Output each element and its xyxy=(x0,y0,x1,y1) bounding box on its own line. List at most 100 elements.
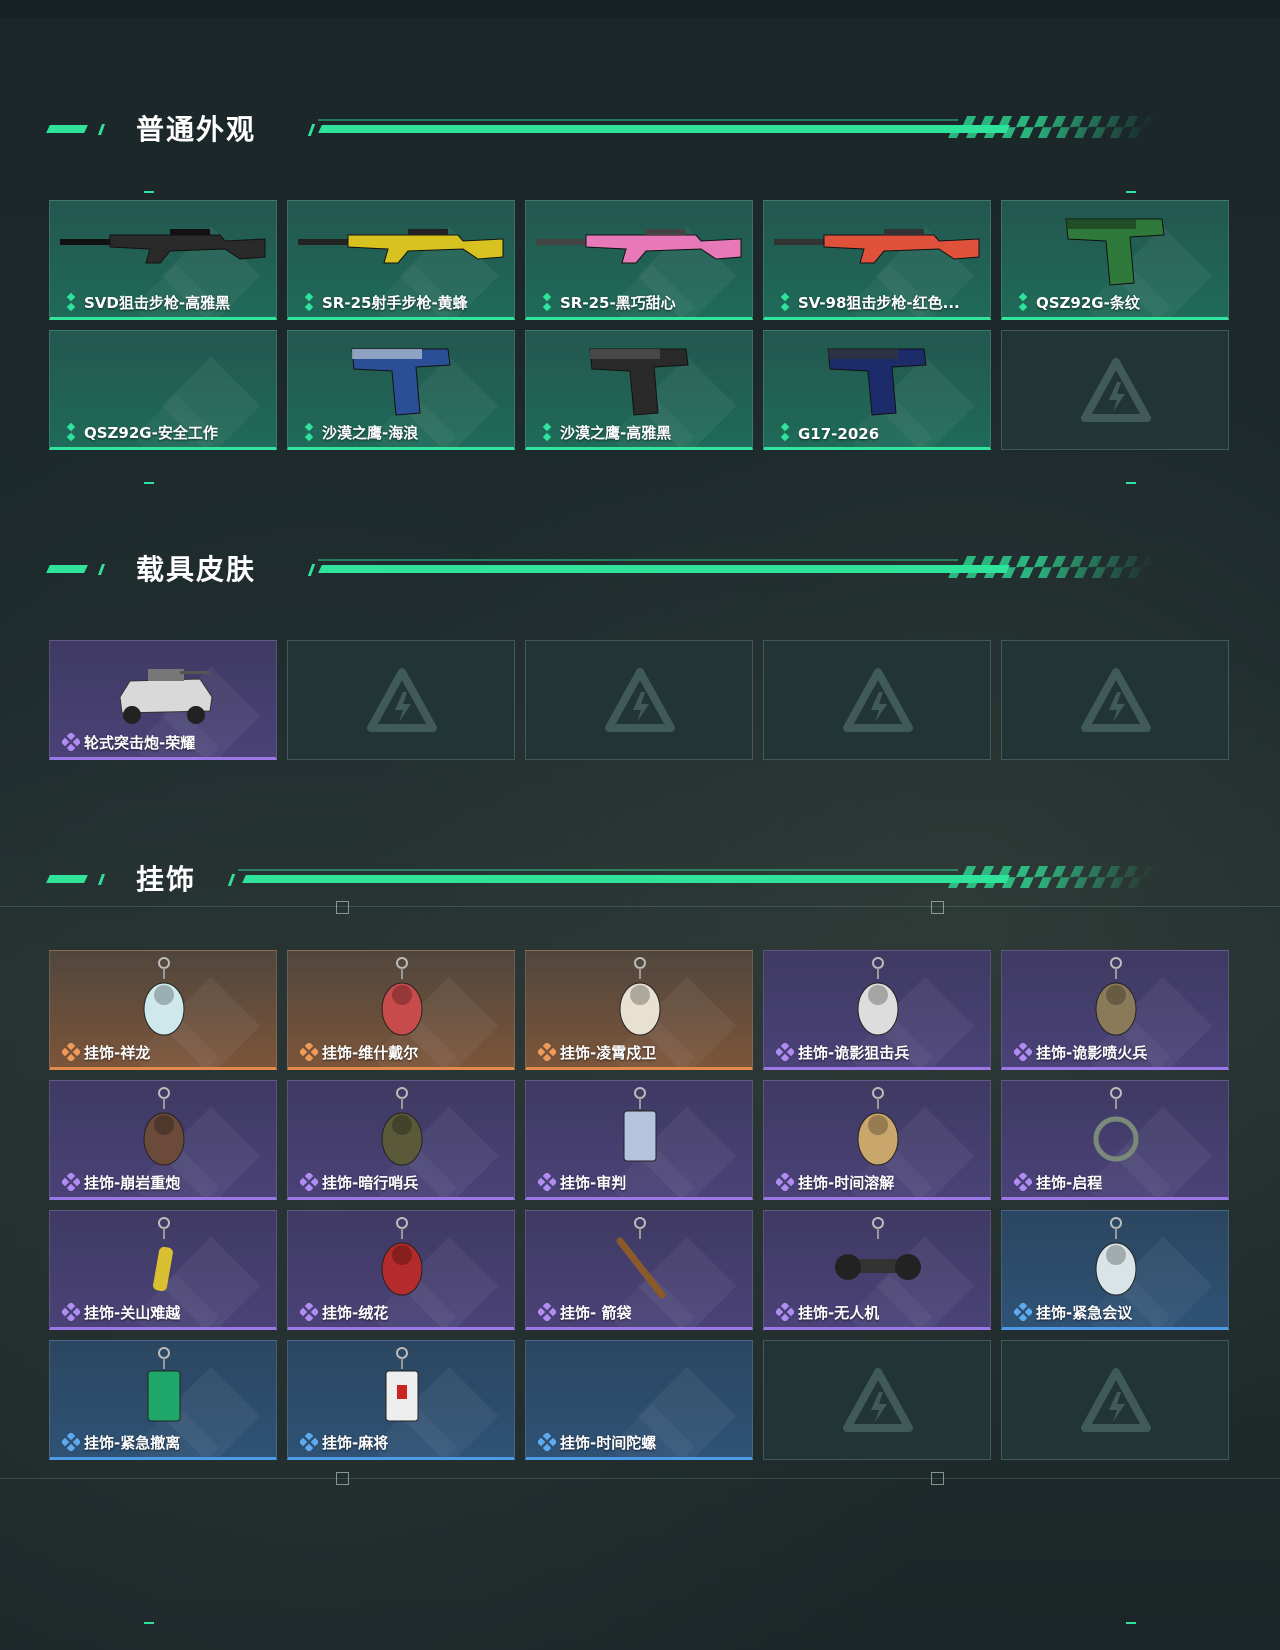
header-accent xyxy=(97,124,106,135)
item-label: 挂饰-祥龙 xyxy=(84,1044,151,1062)
rarity-icon xyxy=(542,293,552,311)
item-card[interactable]: 沙漠之鹰-高雅黑 xyxy=(525,330,753,450)
item-label: 挂饰-无人机 xyxy=(798,1304,880,1322)
rarity-icon xyxy=(62,1303,80,1321)
rifle-yellow-icon xyxy=(298,229,504,264)
item-card[interactable]: 挂饰-诡影喷火兵 xyxy=(1001,950,1229,1070)
frame-square xyxy=(931,901,944,914)
item-label: 挂饰-麻将 xyxy=(322,1434,389,1452)
rarity-icon xyxy=(62,733,80,751)
logo-placeholder-icon xyxy=(1081,1368,1151,1432)
item-card[interactable]: 挂饰-关山难越 xyxy=(49,1210,277,1330)
vehicle-grid: 轮式突击炮-荣耀 xyxy=(49,640,1229,760)
header-accent xyxy=(97,874,106,885)
rarity-icon xyxy=(776,1043,794,1061)
item-card[interactable]: 挂饰-审判 xyxy=(525,1080,753,1200)
header-bar xyxy=(318,565,1010,573)
item-card[interactable]: 挂饰-紧急撤离 xyxy=(49,1340,277,1460)
item-card[interactable]: 挂饰-绒花 xyxy=(287,1210,515,1330)
item-label: 挂饰-时间溶解 xyxy=(798,1174,895,1192)
charm-grid: 挂饰-祥龙 挂饰-维什戴尔 挂饰-凌霄戍卫 挂饰-诡影狙击兵 挂饰-诡影喷火兵挂饰-崩岩… xyxy=(49,950,1229,1460)
item-label: 挂饰-诡影狙击兵 xyxy=(798,1044,910,1062)
item-card[interactable]: 挂饰-诡影狙击兵 xyxy=(763,950,991,1070)
item-card[interactable]: SR-25-黑巧甜心 xyxy=(525,200,753,320)
empty-slot xyxy=(1001,1340,1229,1460)
frame-mark xyxy=(1126,191,1136,193)
item-label: 挂饰- 箭袋 xyxy=(560,1304,632,1322)
charm-dragon-icon xyxy=(143,957,185,1036)
item-card[interactable]: G17-2026 xyxy=(763,330,991,450)
item-card[interactable]: SR-25射手步枪-黄蜂 xyxy=(287,200,515,320)
rarity-icon xyxy=(62,1433,80,1451)
item-label: 挂饰-凌霄戍卫 xyxy=(560,1044,657,1062)
header-bar xyxy=(318,125,1010,133)
charm-meeting-icon xyxy=(1095,1217,1137,1296)
item-card[interactable]: SV-98狙击步枪-红色... xyxy=(763,200,991,320)
rarity-icon xyxy=(1018,293,1028,311)
section-title: 载具皮肤 xyxy=(136,553,257,586)
header-accent xyxy=(46,565,88,573)
item-label: 挂饰-关山难越 xyxy=(84,1304,181,1322)
frame-mark xyxy=(144,1622,154,1624)
item-label: SR-25-黑巧甜心 xyxy=(560,294,676,312)
empty-slot xyxy=(763,640,991,760)
rarity-icon xyxy=(300,1433,318,1451)
empty-slot xyxy=(1001,330,1229,450)
item-card[interactable]: 挂饰-启程 xyxy=(1001,1080,1229,1200)
rifle-pink-icon xyxy=(536,229,742,264)
header-checker xyxy=(947,556,1159,578)
header-line xyxy=(318,119,958,121)
rarity-icon xyxy=(780,293,790,311)
rarity-icon xyxy=(542,423,552,441)
charm-flower-icon xyxy=(381,1217,423,1296)
rarity-icon xyxy=(1014,1043,1032,1061)
header-line xyxy=(238,869,958,871)
item-card[interactable]: 挂饰-时间溶解 xyxy=(763,1080,991,1200)
header-accent xyxy=(307,564,316,576)
rarity-icon xyxy=(776,1303,794,1321)
charm-flamer-icon xyxy=(1095,957,1137,1036)
item-card[interactable]: 沙漠之鹰-海浪 xyxy=(287,330,515,450)
header-checker xyxy=(947,116,1159,138)
charm-sniper-icon xyxy=(857,957,899,1036)
item-label: 挂饰-紧急撤离 xyxy=(84,1434,181,1452)
logo-placeholder-icon xyxy=(843,668,913,732)
item-card[interactable]: QSZ92G-条纹 xyxy=(1001,200,1229,320)
charm-clock-icon xyxy=(857,1087,899,1166)
rarity-icon xyxy=(300,1303,318,1321)
rarity-icon xyxy=(538,1303,556,1321)
frame-square xyxy=(336,1472,349,1485)
item-card[interactable]: 挂饰-时间陀螺 xyxy=(525,1340,753,1460)
rarity-icon xyxy=(780,423,790,441)
item-card[interactable]: 挂饰-祥龙 xyxy=(49,950,277,1070)
item-card[interactable]: QSZ92G-安全工作 xyxy=(49,330,277,450)
item-card[interactable]: 挂饰-暗行哨兵 xyxy=(287,1080,515,1200)
rarity-icon xyxy=(1014,1303,1032,1321)
pistol-navy-icon xyxy=(827,348,927,416)
charm-quiver-icon xyxy=(616,1217,666,1299)
item-label: 挂饰-时间陀螺 xyxy=(560,1434,657,1452)
item-card[interactable]: 挂饰-麻将 xyxy=(287,1340,515,1460)
charm-evac-icon xyxy=(147,1347,181,1422)
item-card[interactable]: 挂饰-凌霄戍卫 xyxy=(525,950,753,1070)
item-label: 挂饰-紧急会议 xyxy=(1036,1304,1133,1322)
item-card[interactable]: SVD狙击步枪-高雅黑 xyxy=(49,200,277,320)
charm-bullet-icon xyxy=(153,1217,173,1292)
charm-mahjong-icon xyxy=(385,1347,419,1422)
item-label: SVD狙击步枪-高雅黑 xyxy=(84,294,231,312)
rarity-icon xyxy=(300,1043,318,1061)
logo-placeholder-icon xyxy=(843,1368,913,1432)
rarity-icon xyxy=(304,423,314,441)
rarity-icon xyxy=(538,1043,556,1061)
item-card[interactable]: 挂饰-紧急会议 xyxy=(1001,1210,1229,1330)
rarity-icon xyxy=(62,1043,80,1061)
item-card[interactable]: 挂饰- 箭袋 xyxy=(525,1210,753,1330)
rarity-icon xyxy=(300,1173,318,1191)
item-card[interactable]: 轮式突击炮-荣耀 xyxy=(49,640,277,760)
logo-placeholder-icon xyxy=(1081,358,1151,422)
item-card[interactable]: 挂饰-无人机 xyxy=(763,1210,991,1330)
rarity-icon xyxy=(1014,1173,1032,1191)
item-label: 沙漠之鹰-高雅黑 xyxy=(560,424,672,442)
item-card[interactable]: 挂饰-维什戴尔 xyxy=(287,950,515,1070)
item-card[interactable]: 挂饰-崩岩重炮 xyxy=(49,1080,277,1200)
